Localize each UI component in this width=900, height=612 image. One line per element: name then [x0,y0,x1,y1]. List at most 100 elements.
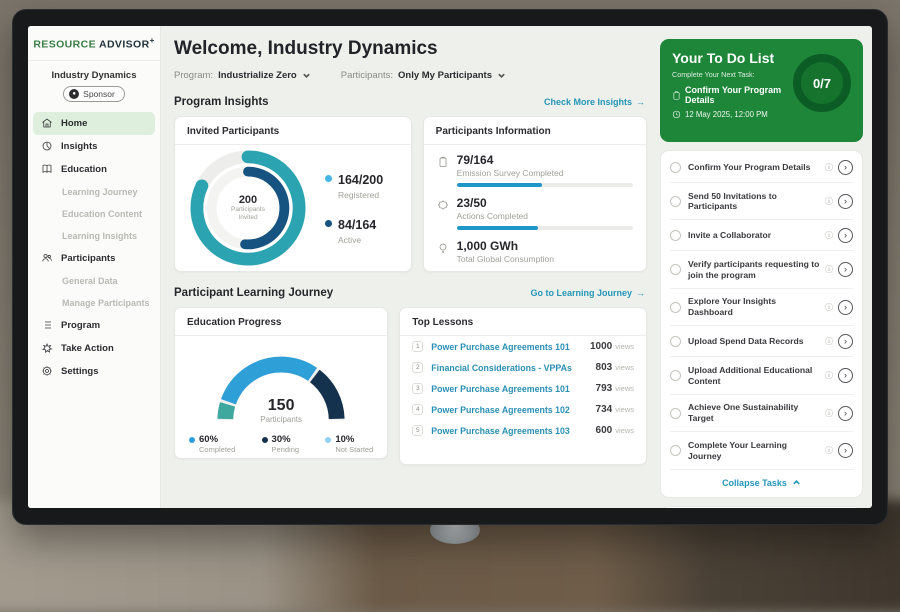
lesson-row[interactable]: 3 Power Purchase Agreements 101 793 view… [400,378,646,399]
task-open-button[interactable]: › [838,300,853,315]
go-to-learning-journey-link[interactable]: Go to Learning Journey → [530,288,645,298]
task-checkbox[interactable] [670,336,681,347]
task-open-button[interactable]: › [838,334,853,349]
completed-label: Completed [199,445,235,454]
program-dropdown[interactable]: Program: Industrialize Zero [174,70,311,81]
views-suffix: views [615,426,634,435]
lesson-row[interactable]: 2 Financial Considerations - VPPAs 803 v… [400,357,646,378]
logo-word-advisor: ADVISOR [99,39,150,51]
invited-participants-body: 200 Participants Invited 164/200 Registe… [175,145,411,271]
task-open-button[interactable]: › [838,160,853,175]
sidebar-item-settings[interactable]: Settings [28,360,160,383]
sponsor-badge[interactable]: ● Sponsor [63,86,125,102]
check-badge-icon [437,199,449,211]
app-logo: RESOURCE ADVISOR+ [28,36,160,61]
lesson-link[interactable]: Power Purchase Agreements 101 [431,384,595,394]
info-icon[interactable]: ⓘ [825,264,833,275]
task-row[interactable]: Upload Spend Data Records ⓘ › [670,326,853,357]
info-icon[interactable]: ⓘ [825,408,833,419]
sidebar-item-education-content[interactable]: Education Content [28,203,160,225]
task-checkbox[interactable] [670,370,681,381]
task-row[interactable]: Complete Your Learning Journey ⓘ › [670,432,853,469]
sidebar-item-label: Settings [61,366,98,377]
info-icon[interactable]: ⓘ [825,336,833,347]
todo-progress-count: 0/7 [813,76,831,91]
legend-completed: 60% Completed [189,434,235,454]
card-title: Participants Information [424,117,646,145]
collapse-tasks-link[interactable]: Collapse Tasks [670,470,853,496]
pending-pct: 30% [272,434,291,445]
lesson-link[interactable]: Financial Considerations - VPPAs [431,363,595,373]
lesson-row[interactable]: 5 Power Purchase Agreements 103 600 view… [400,420,646,441]
sidebar-item-learning-journey[interactable]: Learning Journey [28,181,160,203]
progress-fill [457,226,538,230]
task-checkbox[interactable] [670,162,681,173]
program-filter-label: Program: [174,70,213,81]
sponsor-label: Sponsor [83,89,115,99]
section-title: Program Insights [174,96,269,108]
views-suffix: views [615,363,634,372]
task-checkbox[interactable] [670,196,681,207]
task-row[interactable]: Explore Your Insights Dashboard ⓘ › [670,289,853,326]
sidebar-item-insights[interactable]: Insights [28,135,160,158]
task-checkbox[interactable] [670,302,681,313]
lesson-link[interactable]: Power Purchase Agreements 102 [431,405,595,415]
task-checkbox[interactable] [670,264,681,275]
sidebar-item-take-action[interactable]: Take Action [28,337,160,360]
learning-journey-header: Participant Learning Journey Go to Learn… [174,287,645,299]
sidebar-item-home[interactable]: Home [33,112,155,135]
insights-cards-row: Invited Participants 200 [174,116,647,272]
sidebar: RESOURCE ADVISOR+ Industry Dynamics ● Sp… [28,26,161,508]
info-icon[interactable]: ⓘ [825,162,833,173]
progress-track [457,226,633,230]
task-list-card: Confirm Your Program Details ⓘ › Send 50… [660,150,863,498]
task-row[interactable]: Verify participants requesting to join t… [670,251,853,288]
participants-dropdown[interactable]: Participants: Only My Participants [341,70,506,81]
lesson-row[interactable]: 4 Power Purchase Agreements 102 734 view… [400,399,646,420]
task-row[interactable]: Invite a Collaborator ⓘ › [670,220,853,251]
stat-label: Total Global Consumption [457,254,633,264]
info-icon[interactable]: ⓘ [825,302,833,313]
task-checkbox[interactable] [670,445,681,456]
task-open-button[interactable]: › [838,194,853,209]
lesson-rank: 5 [412,425,423,436]
sidebar-item-education[interactable]: Education [28,158,160,181]
info-icon[interactable]: ⓘ [825,370,833,381]
clock-icon [672,110,681,119]
top-lessons-card: Top Lessons 1 Power Purchase Agreements … [399,307,647,465]
task-open-button[interactable]: › [838,368,853,383]
lesson-link[interactable]: Power Purchase Agreements 103 [431,426,595,436]
registered-label: Registered [338,190,383,200]
bulb-icon [437,242,449,254]
info-icon[interactable]: ⓘ [825,230,833,241]
chevron-down-icon [302,71,311,80]
legend-not-started: 10% Not Started [325,434,373,454]
task-row[interactable]: Send 50 Invitations to Participants ⓘ › [670,183,853,220]
sidebar-item-manage-participants[interactable]: Manage Participants [28,292,160,314]
program-insights-header: Program Insights Check More Insights → [174,96,645,108]
task-row[interactable]: Confirm Your Program Details ⓘ › [670,152,853,183]
task-open-button[interactable]: › [838,262,853,277]
education-gauge-chart: 150 Participants [206,346,356,424]
main-content: Welcome, Industry Dynamics Program: Indu… [161,26,657,508]
legend-pending: 30% Pending [262,434,300,454]
task-open-button[interactable]: › [838,406,853,421]
check-more-insights-link[interactable]: Check More Insights → [544,97,645,107]
task-label: Achieve One Sustainability Target [688,402,821,423]
task-open-button[interactable]: › [838,228,853,243]
sidebar-item-learning-insights[interactable]: Learning Insights [28,225,160,247]
sidebar-item-program[interactable]: Program [28,314,160,337]
sidebar-item-general-data[interactable]: General Data [28,270,160,292]
task-row[interactable]: Achieve One Sustainability Target ⓘ › [670,395,853,432]
lesson-row[interactable]: 1 Power Purchase Agreements 101 1000 vie… [400,336,646,357]
donut-legend: 164/200 Registered 84/164 Active [325,171,383,245]
lesson-rank: 3 [412,383,423,394]
task-open-button[interactable]: › [838,443,853,458]
sidebar-item-participants[interactable]: Participants [28,247,160,270]
task-checkbox[interactable] [670,230,681,241]
lesson-link[interactable]: Power Purchase Agreements 101 [431,342,590,352]
task-checkbox[interactable] [670,408,681,419]
info-icon[interactable]: ⓘ [825,445,833,456]
task-row[interactable]: Upload Additional Educational Content ⓘ … [670,357,853,394]
info-icon[interactable]: ⓘ [825,196,833,207]
